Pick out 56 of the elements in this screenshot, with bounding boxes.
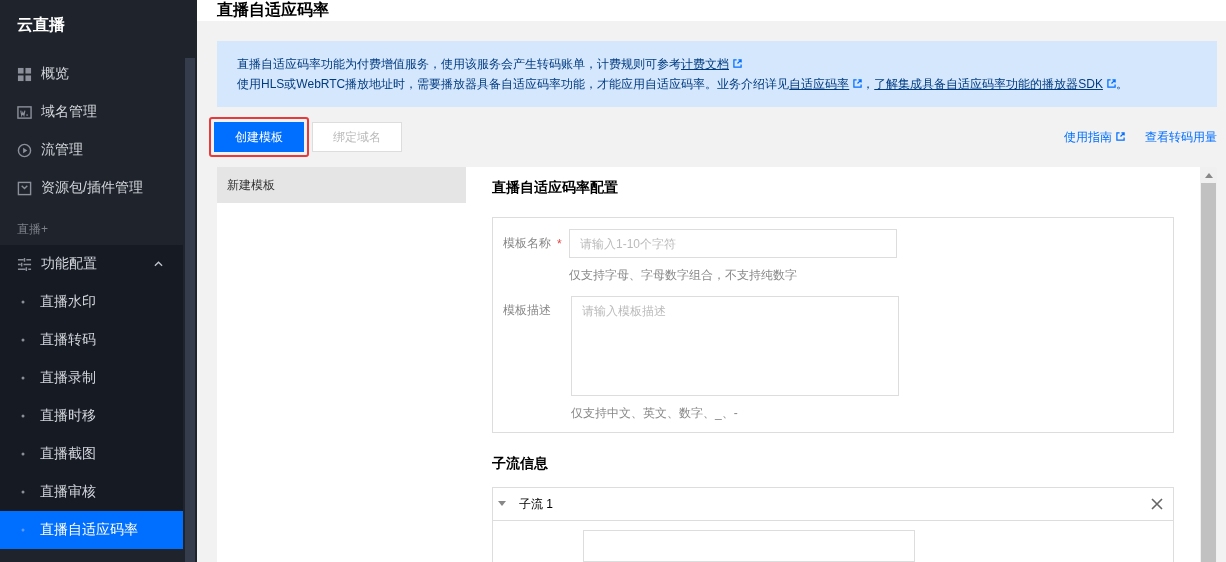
toolbar-button[interactable]: 创建模板: [214, 122, 304, 152]
field-label: 模板名称: [503, 235, 552, 252]
external-link-icon: [1106, 79, 1116, 88]
sidebar-group[interactable]: 功能配置: [0, 245, 183, 283]
notice-text: 使用HLS或WebRTC播放地址时，需要播放器具备自适应码率功能，才能应用自适应码率。业务介绍详见自适应码率 ，了解集成具备自适应码率功能的播放器SDK 。: [237, 76, 1129, 93]
sidebar-item[interactable]: 直播审核: [0, 473, 183, 511]
bullet-icon: [21, 452, 25, 456]
section-label: 直播+: [16, 221, 49, 238]
page-title: 直播自适应码率: [217, 0, 329, 20]
substream-title: 子流 1: [519, 495, 553, 513]
scrollbar[interactable]: [185, 58, 195, 562]
grid-icon: [17, 66, 32, 82]
toolbar-link[interactable]: 查看转码用量: [1145, 128, 1217, 146]
doc-link[interactable]: 了解集成具备自适应码率功能的播放器SDK: [874, 77, 1116, 91]
scroll-up-icon[interactable]: [1204, 173, 1213, 178]
external-link-icon: [853, 79, 863, 88]
field-hint: 仅支持字母、字母数字组合，不支持纯数字: [569, 268, 798, 282]
template-item[interactable]: 新建模板: [217, 167, 466, 203]
bullet-icon: [21, 376, 25, 380]
sidebar-item[interactable]: 直播转码: [0, 321, 183, 359]
description-input[interactable]: 请输入模板描述: [571, 296, 899, 396]
sidebar-item[interactable]: 概览: [0, 55, 183, 93]
bullet-icon: [21, 338, 25, 342]
sidebar-item[interactable]: 直播时移: [0, 397, 183, 435]
package-icon: [17, 180, 32, 196]
section-title: 子流信息: [492, 455, 549, 473]
caret-icon[interactable]: [498, 501, 506, 507]
input-field[interactable]: [583, 530, 915, 562]
external-link-icon: [733, 59, 742, 68]
doc-link[interactable]: 自适应码率: [789, 77, 863, 91]
doc-link[interactable]: 计费文档: [681, 57, 742, 71]
field-label: 模板描述: [503, 302, 552, 319]
external-link-icon: [1116, 131, 1125, 141]
bullet-icon: [21, 528, 25, 532]
domain-icon: [17, 104, 32, 120]
play-icon: [17, 142, 32, 158]
scrollbar[interactable]: [1200, 167, 1217, 562]
bullet-icon: [21, 300, 25, 304]
sidebar-item[interactable]: 域名管理: [0, 93, 183, 131]
sidebar-item[interactable]: 直播截图: [0, 435, 183, 473]
sidebar-item[interactable]: 直播水印: [0, 283, 183, 321]
bullet-icon: [21, 490, 25, 494]
sidebar-item[interactable]: 流管理: [0, 131, 183, 169]
sidebar-item[interactable]: 资源包/插件管理: [0, 169, 183, 207]
field-hint: 仅支持中文、英文、数字、_、-: [571, 406, 739, 420]
name-input[interactable]: 请输入1-10个字符: [569, 229, 897, 258]
notice-text: 直播自适应码率功能为付费增值服务，使用该服务会产生转码账单，计费规则可参考计费文档: [237, 54, 1197, 74]
sliders-icon: [17, 256, 32, 272]
sidebar-item[interactable]: 直播录制: [0, 359, 183, 397]
app-title: 云直播: [16, 15, 66, 35]
bullet-icon: [21, 414, 25, 418]
toolbar-link[interactable]: 使用指南: [1064, 128, 1125, 146]
sidebar-item[interactable]: 直播自适应码率: [0, 511, 183, 549]
required-mark: *: [557, 236, 563, 253]
close-icon[interactable]: [1151, 498, 1163, 510]
section-title: 直播自适应码率配置: [492, 179, 619, 197]
